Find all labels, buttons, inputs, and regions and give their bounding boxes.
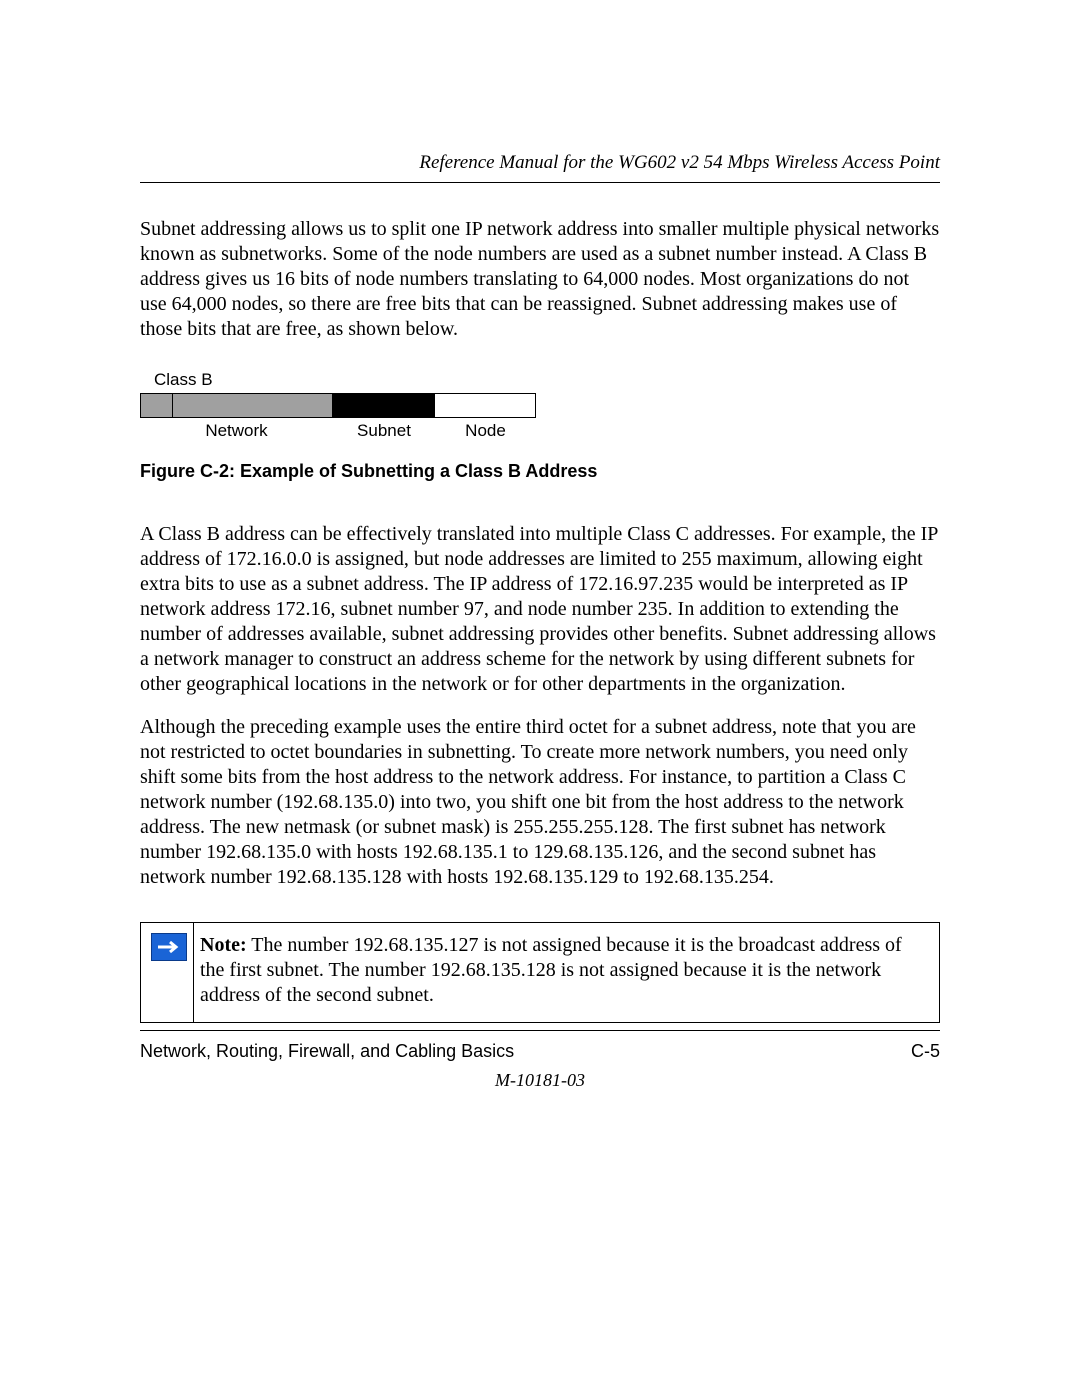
footer-page-number: C-5 xyxy=(911,1041,940,1062)
header-title: Reference Manual for the WG602 v2 54 Mbp… xyxy=(140,152,940,174)
footer-doc-number: M-10181-03 xyxy=(140,1070,940,1091)
diagram-cell-node xyxy=(435,394,535,417)
footer-section-title: Network, Routing, Firewall, and Cabling … xyxy=(140,1041,514,1062)
diagram-label-node: Node xyxy=(435,421,536,441)
footer-line: Network, Routing, Firewall, and Cabling … xyxy=(140,1041,940,1062)
note-icon-cell xyxy=(141,923,193,971)
diagram-classb: Class B Network Subnet Node xyxy=(140,370,940,441)
note-body: The number 192.68.135.127 is not assigne… xyxy=(200,934,902,1006)
diagram-cell-subnet xyxy=(333,394,435,417)
diagram-bar xyxy=(140,393,536,418)
diagram-bottom-labels: Network Subnet Node xyxy=(140,421,536,441)
page-footer: Network, Routing, Firewall, and Cabling … xyxy=(140,1030,940,1091)
diagram-cell-prefix xyxy=(141,394,173,417)
note-box: Note: The number 192.68.135.127 is not a… xyxy=(140,922,940,1023)
figure-caption: Figure C-2: Example of Subnetting a Clas… xyxy=(140,461,940,482)
document-page: Reference Manual for the WG602 v2 54 Mbp… xyxy=(0,0,1080,1023)
diagram-cell-network xyxy=(173,394,333,417)
header-divider xyxy=(140,182,940,183)
diagram-label-subnet: Subnet xyxy=(333,421,435,441)
body-paragraph-1: Subnet addressing allows us to split one… xyxy=(140,217,940,342)
note-text: Note: The number 192.68.135.127 is not a… xyxy=(193,923,939,1022)
note-label: Note: xyxy=(200,934,247,956)
body-paragraph-2: A Class B address can be effectively tra… xyxy=(140,522,940,697)
diagram-top-label: Class B xyxy=(154,370,940,390)
body-paragraph-3: Although the preceding example uses the … xyxy=(140,715,940,890)
diagram-label-network: Network xyxy=(140,421,333,441)
footer-divider xyxy=(140,1030,940,1031)
arrow-right-icon xyxy=(151,933,187,961)
